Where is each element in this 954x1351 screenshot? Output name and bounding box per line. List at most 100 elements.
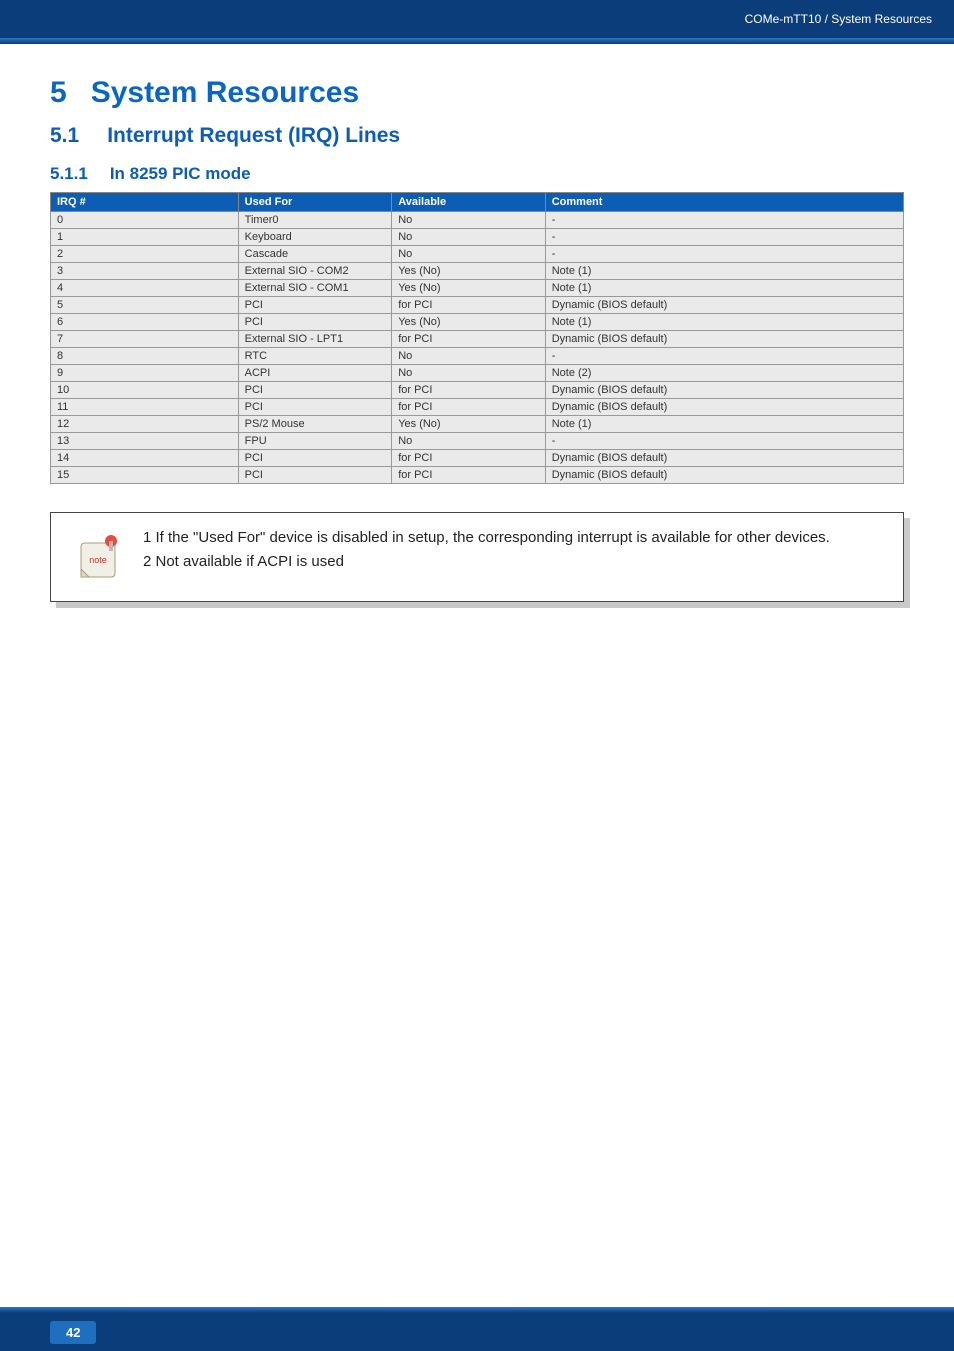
table-row: 2CascadeNo- [51,246,904,263]
cell-irq: 5 [51,297,239,314]
cell-used: RTC [238,348,392,365]
cell-irq: 7 [51,331,239,348]
cell-irq: 2 [51,246,239,263]
cell-irq: 4 [51,280,239,297]
table-header-row: IRQ # Used For Available Comment [51,193,904,212]
cell-irq: 11 [51,399,239,416]
cell-avail: for PCI [392,399,546,416]
cell-avail: No [392,246,546,263]
note-line-1: 1 If the "Used For" device is disabled i… [143,527,830,549]
table-row: 5PCIfor PCIDynamic (BIOS default) [51,297,904,314]
cell-comment: Note (1) [545,314,903,331]
table-row: 15PCIfor PCIDynamic (BIOS default) [51,467,904,484]
cell-used: PCI [238,297,392,314]
table-row: 6PCIYes (No)Note (1) [51,314,904,331]
cell-comment: Dynamic (BIOS default) [545,297,903,314]
cell-avail: for PCI [392,297,546,314]
cell-irq: 0 [51,212,239,229]
cell-used: External SIO - COM1 [238,280,392,297]
subsection-title: In 8259 PIC mode [110,164,251,183]
chapter-heading: 5 System Resources [50,76,904,110]
table-row: 12PS/2 MouseYes (No)Note (1) [51,416,904,433]
cell-avail: for PCI [392,331,546,348]
section-title: Interrupt Request (IRQ) Lines [107,124,400,147]
note-box: note 1 If the "Used For" device is disab… [50,512,904,602]
irq-table: IRQ # Used For Available Comment 0Timer0… [50,192,904,484]
cell-avail: No [392,365,546,382]
cell-used: PCI [238,399,392,416]
col-comment: Comment [545,193,903,212]
cell-used: FPU [238,433,392,450]
table-row: 4External SIO - COM1Yes (No)Note (1) [51,280,904,297]
cell-comment: Note (1) [545,280,903,297]
header-bar: COMe-mTT10 / System Resources [0,0,954,38]
chapter-number: 5 [50,76,67,109]
cell-irq: 14 [51,450,239,467]
col-usedfor: Used For [238,193,392,212]
cell-irq: 8 [51,348,239,365]
cell-used: PCI [238,450,392,467]
table-row: 11PCIfor PCIDynamic (BIOS default) [51,399,904,416]
cell-irq: 3 [51,263,239,280]
cell-irq: 6 [51,314,239,331]
cell-comment: - [545,229,903,246]
table-row: 10PCIfor PCIDynamic (BIOS default) [51,382,904,399]
cell-used: PCI [238,467,392,484]
cell-comment: Note (2) [545,365,903,382]
cell-used: PS/2 Mouse [238,416,392,433]
chapter-title: System Resources [91,76,359,109]
cell-comment: Dynamic (BIOS default) [545,467,903,484]
table-row: 13FPUNo- [51,433,904,450]
cell-avail: for PCI [392,467,546,484]
cell-comment: - [545,348,903,365]
cell-used: ACPI [238,365,392,382]
subsection-number: 5.1.1 [50,164,88,183]
cell-irq: 13 [51,433,239,450]
page-content: 5 System Resources 5.1 Interrupt Request (… [0,44,954,602]
subsection-heading: 5.1.1 In 8259 PIC mode [50,164,904,184]
table-row: 3External SIO - COM2Yes (No)Note (1) [51,263,904,280]
table-row: 8RTCNo- [51,348,904,365]
cell-avail: for PCI [392,382,546,399]
cell-used: Keyboard [238,229,392,246]
cell-avail: No [392,212,546,229]
section-heading: 5.1 Interrupt Request (IRQ) Lines [50,124,904,148]
cell-avail: No [392,229,546,246]
note-icon-label: note [89,555,107,565]
footer-bar: 42 [0,1313,954,1351]
cell-avail: Yes (No) [392,263,546,280]
table-row: 0Timer0No- [51,212,904,229]
cell-irq: 1 [51,229,239,246]
note-container: note 1 If the "Used For" device is disab… [50,512,904,602]
cell-comment: - [545,212,903,229]
note-icon: note [71,533,125,587]
cell-used: PCI [238,314,392,331]
cell-comment: Note (1) [545,263,903,280]
cell-used: Cascade [238,246,392,263]
cell-used: External SIO - LPT1 [238,331,392,348]
cell-irq: 10 [51,382,239,399]
cell-comment: Note (1) [545,416,903,433]
page-number: 42 [50,1321,96,1344]
cell-used: External SIO - COM2 [238,263,392,280]
note-line-2: 2 Not available if ACPI is used [143,551,830,573]
cell-comment: Dynamic (BIOS default) [545,450,903,467]
cell-avail: for PCI [392,450,546,467]
cell-comment: - [545,246,903,263]
col-irq: IRQ # [51,193,239,212]
table-row: 7External SIO - LPT1for PCIDynamic (BIOS… [51,331,904,348]
section-number: 5.1 [50,124,79,147]
cell-used: PCI [238,382,392,399]
breadcrumb: COMe-mTT10 / System Resources [745,12,932,26]
cell-avail: No [392,433,546,450]
cell-irq: 12 [51,416,239,433]
cell-comment: Dynamic (BIOS default) [545,331,903,348]
cell-comment: Dynamic (BIOS default) [545,399,903,416]
cell-comment: - [545,433,903,450]
cell-avail: Yes (No) [392,314,546,331]
cell-avail: No [392,348,546,365]
table-row: 1KeyboardNo- [51,229,904,246]
note-text: 1 If the "Used For" device is disabled i… [143,527,830,575]
cell-avail: Yes (No) [392,280,546,297]
cell-irq: 15 [51,467,239,484]
